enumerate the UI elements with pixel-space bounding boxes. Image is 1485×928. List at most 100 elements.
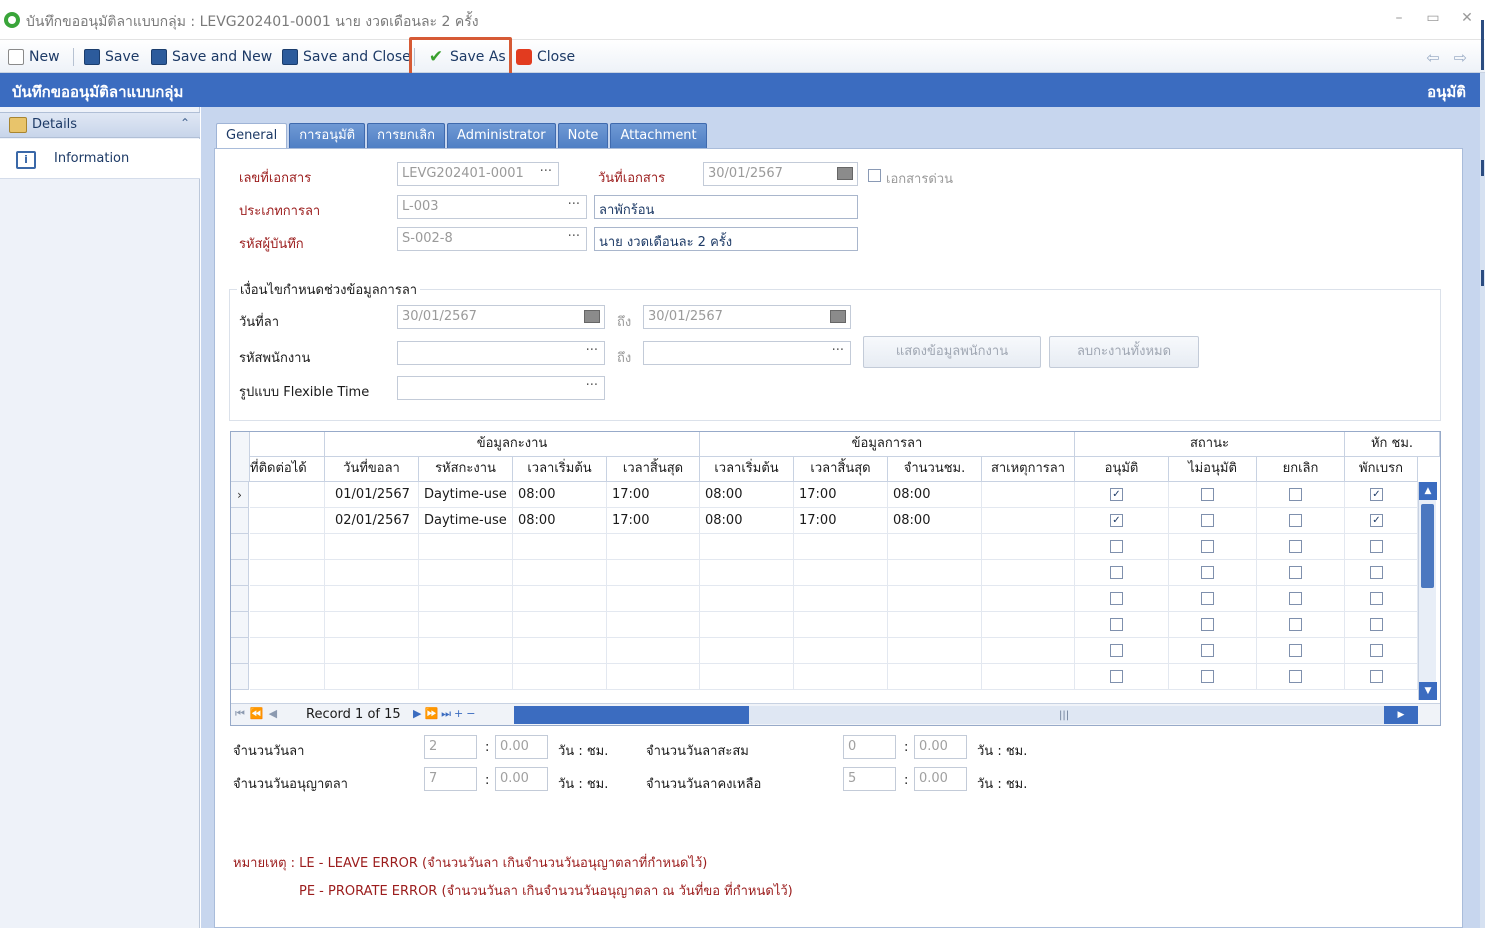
remain-days-field[interactable]: 5 [843,767,896,791]
reject-checkbox[interactable] [1201,618,1214,631]
cancel-checkbox[interactable] [1289,488,1302,501]
doc-date-field[interactable]: 30/01/2567 [703,162,858,186]
nav-next-last-icons[interactable]: ▶⏩⏭+− [413,707,479,721]
grid-cell-leave-start[interactable] [700,664,794,690]
row-indicator[interactable] [231,534,249,560]
close-button[interactable]: Close [516,46,575,68]
grid-cell-date[interactable] [325,586,419,612]
break-checkbox[interactable] [1370,670,1383,683]
reject-checkbox[interactable] [1201,540,1214,553]
save-and-new-button[interactable]: Save and New [151,46,272,68]
grid-cell-reason[interactable] [982,612,1075,638]
close-window-icon[interactable]: ✕ [1459,10,1475,26]
approve-checkbox[interactable]: ✓ [1110,488,1123,501]
grid-cell-shift[interactable] [419,638,513,664]
remain-hours-field[interactable]: 0.00 [914,767,967,791]
grid-cell-reason[interactable] [982,482,1075,508]
minimize-icon[interactable]: – [1391,10,1407,26]
grid-cell-leave-end[interactable]: 17:00 [794,508,888,534]
show-employee-button[interactable]: แสดงข้อมูลพนักงาน [863,336,1041,368]
sidebar-item-information[interactable]: i Information [0,139,200,179]
grid-cell-shift-start[interactable] [513,534,607,560]
row-indicator[interactable]: › [231,482,249,508]
grid-cell-shift-start[interactable] [513,612,607,638]
tab-general[interactable]: General [216,123,288,150]
grid-cell-date[interactable] [325,534,419,560]
col-break[interactable]: พักเบรก [1345,457,1418,482]
grid-cell-shift[interactable] [419,612,513,638]
cancel-checkbox[interactable] [1289,618,1302,631]
grid-cell-leave-start[interactable]: 08:00 [700,508,794,534]
col-leave-end[interactable]: เวลาสิ้นสุด [794,457,888,482]
lookup-ellipsis-icon[interactable]: ··· [568,197,580,212]
cancel-checkbox[interactable] [1289,514,1302,527]
leave-date-from-field[interactable]: 30/01/2567 [397,305,605,329]
approve-checkbox[interactable] [1110,670,1123,683]
col-cancel[interactable]: ยกเลิก [1257,457,1345,482]
approve-checkbox[interactable] [1110,592,1123,605]
break-checkbox[interactable] [1370,644,1383,657]
scroll-right-icon[interactable]: ▶ [1384,706,1418,724]
grid-cell-reason[interactable] [982,560,1075,586]
grid-cell-hours[interactable] [888,534,982,560]
grid-cell-leave-end[interactable] [794,586,888,612]
scroll-up-icon[interactable]: ▲ [1419,482,1437,500]
approve-checkbox[interactable] [1110,540,1123,553]
grid-cell-shift-start[interactable] [513,560,607,586]
tab-cancellation[interactable]: การยกเลิก [367,123,446,148]
clear-shifts-button[interactable]: ลบกะงานทั้งหมด [1049,336,1199,368]
grid-cell-shift-end[interactable] [607,586,700,612]
cancel-checkbox[interactable] [1289,644,1302,657]
grid-cell-reason[interactable] [982,508,1075,534]
col-shift-start[interactable]: เวลาเริ่มต้น [513,457,607,482]
break-checkbox[interactable]: ✓ [1370,514,1383,527]
grid-cell-contact[interactable] [250,560,325,586]
grid-cell-leave-start[interactable] [700,612,794,638]
grid-cell-reason[interactable] [982,534,1075,560]
break-checkbox[interactable] [1370,618,1383,631]
accum-days-field[interactable]: 0 [843,735,896,759]
grid-cell-reason[interactable] [982,664,1075,690]
grid-cell-hours[interactable] [888,560,982,586]
lookup-ellipsis-icon[interactable]: ··· [586,378,598,393]
employee-from-field[interactable]: ··· [397,341,605,365]
grid-cell-date[interactable] [325,638,419,664]
grid-cell-leave-end[interactable] [794,560,888,586]
sidebar-section-details[interactable]: Details ⌃ [0,112,200,138]
recorder-code-field[interactable]: S-002-8 ··· [397,227,587,251]
grid-cell-shift[interactable]: Daytime-use [419,508,513,534]
calendar-icon[interactable] [830,310,846,323]
tab-administrator[interactable]: Administrator [447,123,556,148]
grid-cell-shift-end[interactable] [607,664,700,690]
cancel-checkbox[interactable] [1289,670,1302,683]
tab-note[interactable]: Note [557,123,609,148]
grid-cell-contact[interactable] [250,586,325,612]
col-reject[interactable]: ไม่อนุมัติ [1169,457,1257,482]
col-shift-end[interactable]: เวลาสิ้นสุด [607,457,700,482]
grid-cell-date[interactable] [325,664,419,690]
nav-first-prev-icons[interactable]: ⏮⏪◀ [235,707,282,721]
grid-cell-leave-end[interactable]: 17:00 [794,482,888,508]
break-checkbox[interactable]: ✓ [1370,488,1383,501]
grid-cell-leave-end[interactable] [794,612,888,638]
lookup-ellipsis-icon[interactable]: ··· [568,229,580,244]
col-date[interactable]: วันที่ขอลา [325,457,419,482]
calendar-icon[interactable] [837,167,853,180]
reject-checkbox[interactable] [1201,592,1214,605]
grid-cell-contact[interactable] [250,638,325,664]
save-button[interactable]: Save [84,46,139,68]
grid-cell-date[interactable]: 02/01/2567 [325,508,419,534]
grid-cell-contact[interactable] [250,508,325,534]
grid-cell-shift-end[interactable]: 17:00 [607,508,700,534]
arrow-right-icon[interactable]: ⇨ [1454,48,1467,67]
scroll-down-icon[interactable]: ▼ [1419,682,1437,700]
leave-days-field[interactable]: 2 [424,735,477,759]
row-indicator[interactable] [231,612,249,638]
grid-cell-leave-start[interactable] [700,586,794,612]
maximize-icon[interactable]: ▭ [1425,10,1441,26]
allowed-days-field[interactable]: 7 [424,767,477,791]
grid-cell-contact[interactable] [250,482,325,508]
col-hours[interactable]: จำนวนชม. [888,457,982,482]
grid-cell-shift-start[interactable] [513,664,607,690]
grid-cell-hours[interactable] [888,664,982,690]
